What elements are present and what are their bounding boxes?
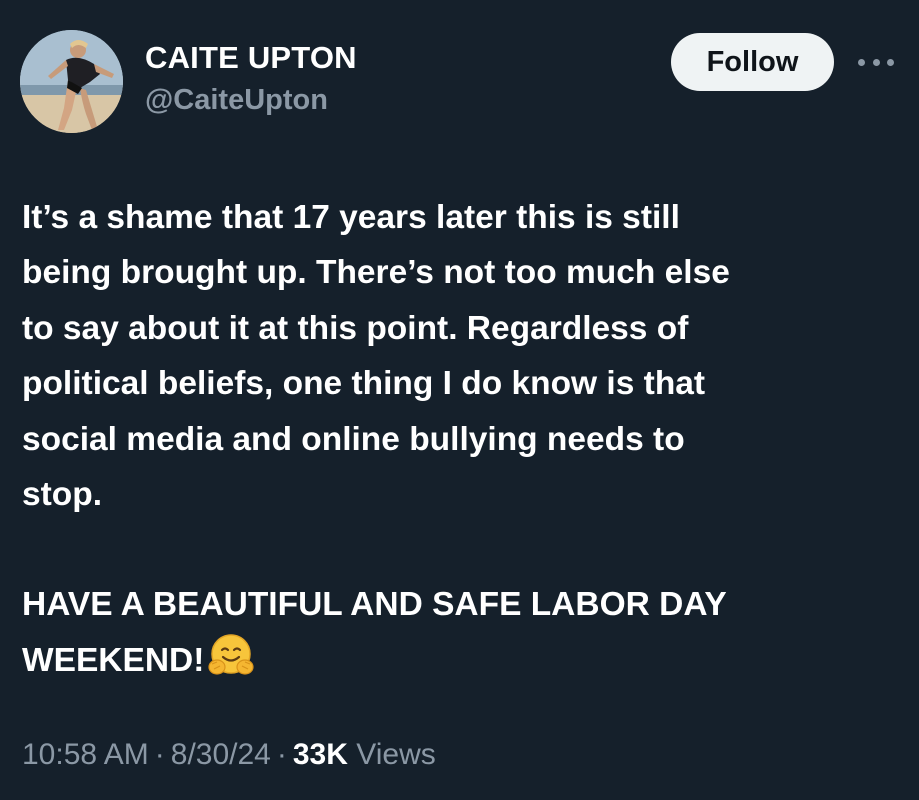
hugging-face-emoji-icon (208, 634, 254, 675)
meta-separator: · (276, 738, 287, 771)
views-label[interactable]: Views (356, 738, 435, 771)
views-count[interactable]: 33K (293, 738, 348, 771)
meta-separator: · (154, 738, 165, 771)
author-handle[interactable]: @CaiteUpton (145, 84, 328, 117)
tweet-paragraph-1: It’s a shame that 17 years later this is… (22, 199, 730, 514)
more-dot (887, 58, 894, 66)
follow-button[interactable]: Follow (671, 33, 834, 91)
tweet-date[interactable]: 8/30/24 (171, 738, 271, 771)
author-display-name[interactable]: CAITE UPTON (145, 40, 357, 76)
more-dot (872, 58, 880, 66)
more-dot (858, 58, 865, 66)
tweet-paragraph-2-text: HAVE A BEAUTIFUL AND SAFE LABOR DAY WEEK… (22, 586, 727, 679)
more-options-icon[interactable] (858, 52, 894, 72)
author-avatar[interactable] (20, 30, 123, 133)
tweet-paragraph-2: HAVE A BEAUTIFUL AND SAFE LABOR DAY WEEK… (22, 577, 902, 688)
tweet-body: It’s a shame that 17 years later this is… (22, 190, 902, 688)
tweet-meta: 10:58 AM · 8/30/24 · 33K Views (22, 738, 436, 772)
avatar-image (20, 30, 123, 133)
tweet-time[interactable]: 10:58 AM (22, 738, 149, 771)
